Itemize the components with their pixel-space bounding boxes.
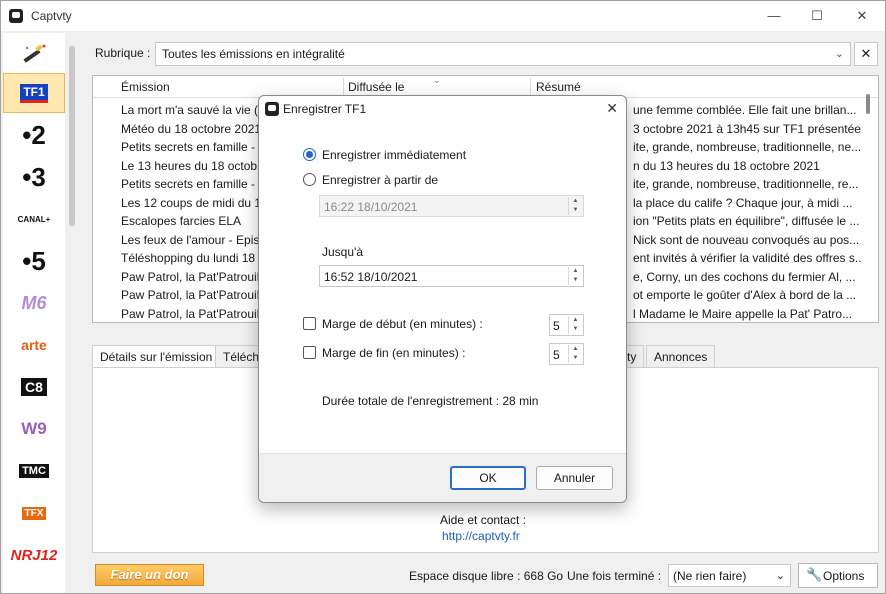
total-duration-label: Durée totale de l'enregistrement : 28 mi…: [322, 394, 539, 408]
end-datetime-spinner[interactable]: ▲ ▼: [568, 267, 582, 285]
app-tv-icon: [9, 9, 23, 23]
chevron-down-icon: ⌄: [775, 570, 785, 582]
channel-w9[interactable]: W9: [3, 409, 65, 449]
channel-tf1[interactable]: TF1: [3, 73, 65, 113]
after-finish-value: (Ne rien faire): [673, 569, 747, 583]
options-label: Options: [823, 569, 865, 583]
channel-nrj12[interactable]: NRJ12: [3, 535, 65, 575]
margin-end-value: 5: [553, 348, 560, 362]
channel-m6[interactable]: M6: [3, 283, 65, 323]
dialog-footer: OK Annuler: [259, 453, 626, 502]
channel-france2[interactable]: •2: [3, 115, 65, 155]
minimize-button[interactable]: —: [759, 6, 789, 26]
cell-resume: une femme comblée. Elle fait une brillan…: [633, 103, 857, 117]
app-tv-icon: [265, 102, 279, 116]
cell-resume: ot emporte le goûter d'Alex à bord de la…: [633, 288, 857, 302]
rubrique-label: Rubrique :: [95, 46, 151, 60]
maximize-button[interactable]: ☐: [802, 6, 832, 26]
after-finish-label: Une fois terminé :: [567, 569, 662, 583]
cell-resume: la place du calife ? Chaque jour, à midi…: [633, 195, 853, 210]
column-separator: [530, 78, 531, 96]
channel-tfx[interactable]: TFX: [3, 493, 65, 533]
channel-canalplus[interactable]: CANAL+: [3, 199, 65, 239]
margin-end-input[interactable]: 5 ▲ ▼: [549, 343, 584, 365]
title-bar: Captvty — ☐ ✕: [1, 1, 885, 31]
clear-rubrique-button[interactable]: ✕: [854, 42, 878, 66]
magic-wand-icon[interactable]: [3, 35, 65, 75]
help-label: Aide et contact :: [440, 513, 527, 527]
options-button[interactable]: 🔧 Options: [798, 563, 878, 588]
app-title: Captvty: [31, 9, 72, 23]
after-finish-dropdown[interactable]: (Ne rien faire) ⌄: [668, 564, 791, 587]
margin-start-value: 5: [553, 319, 560, 333]
sort-down-icon: ⌄: [433, 75, 441, 85]
start-datetime-spinner[interactable]: ▲ ▼: [568, 197, 582, 215]
channel-sidebar: TF1 •2 •3 CANAL+ •5 M6 arte C8 W9 TMC TF: [3, 33, 65, 593]
cell-resume: ite, grande, nombreuse, traditionnelle, …: [633, 140, 861, 154]
ok-button[interactable]: OK: [450, 466, 526, 490]
disk-space-label: Espace disque libre : 668 Go: [409, 569, 564, 583]
channel-c8[interactable]: C8: [3, 367, 65, 407]
close-window-button[interactable]: ✕: [847, 6, 877, 26]
rubrique-value: Toutes les émissions en intégralité: [162, 47, 345, 61]
record-dialog: Enregistrer TF1 ✕ Enregistrer immédiatem…: [258, 95, 627, 503]
start-datetime-value: 16:22 18/10/2021: [324, 200, 418, 214]
cell-resume: ion "Petits plats en équilibre", diffusé…: [633, 214, 860, 228]
wrench-icon: 🔧: [806, 567, 823, 582]
column-diffusee[interactable]: Diffusée le: [348, 80, 404, 94]
end-datetime-field[interactable]: 16:52 18/10/2021 ▲ ▼: [319, 265, 584, 287]
column-resume[interactable]: Résumé: [536, 80, 581, 94]
channel-arte[interactable]: arte: [3, 325, 65, 365]
margin-end-checkbox[interactable]: [303, 346, 316, 359]
radio-record-from[interactable]: [303, 173, 316, 186]
chevron-down-icon: ⌄: [834, 48, 844, 60]
column-separator: [343, 78, 344, 96]
channel-tmc[interactable]: TMC: [3, 451, 65, 491]
record-from-label: Enregistrer à partir de: [322, 173, 439, 187]
rubrique-dropdown[interactable]: Toutes les émissions en intégralité ⌄: [155, 42, 851, 66]
until-label: Jusqu'à: [322, 245, 363, 259]
help-link[interactable]: http://captvty.fr: [442, 529, 520, 543]
sidebar-scrollbar[interactable]: [69, 46, 75, 226]
cancel-button[interactable]: Annuler: [536, 466, 613, 490]
margin-start-spinner[interactable]: ▲ ▼: [568, 316, 582, 334]
cell-resume: ent invités à vérifier la validité des o…: [633, 251, 861, 265]
margin-start-checkbox[interactable]: [303, 317, 316, 330]
start-datetime-field[interactable]: 16:22 18/10/2021 ▲ ▼: [319, 195, 584, 217]
dialog-title: Enregistrer TF1: [283, 102, 367, 116]
cell-resume: 3 octobre 2021 à 13h45 sur TF1 présentée…: [633, 121, 861, 136]
cell-resume: ite, grande, nombreuse, traditionnelle, …: [633, 177, 859, 191]
tab-annonces[interactable]: Annonces: [646, 345, 716, 367]
tab-details[interactable]: Détails sur l'émission: [92, 345, 221, 367]
margin-start-input[interactable]: 5 ▲ ▼: [549, 314, 584, 336]
cell-resume: l Madame le Maire appelle la Pat' Patro.…: [633, 306, 853, 321]
radio-record-now[interactable]: [303, 148, 316, 161]
margin-start-label: Marge de début (en minutes) :: [322, 317, 483, 331]
record-now-label: Enregistrer immédiatement: [322, 148, 467, 162]
table-scrollbar[interactable]: [866, 94, 870, 114]
cell-resume: n du 13 heures du 18 octobre 2021: [633, 158, 820, 173]
channel-france5[interactable]: •5: [3, 241, 65, 281]
column-emission[interactable]: Émission: [121, 80, 170, 94]
cell-resume: Nick sont de nouveau convoqués au pos...: [633, 232, 860, 247]
donate-button[interactable]: Faire un don: [95, 564, 204, 586]
margin-end-label: Marge de fin (en minutes) :: [322, 346, 466, 360]
margin-end-spinner[interactable]: ▲ ▼: [568, 345, 582, 363]
channel-france3[interactable]: •3: [3, 157, 65, 197]
cell-resume: e, Corny, un des cochons du fermier Al, …: [633, 269, 856, 284]
dialog-close-button[interactable]: ✕: [606, 100, 618, 117]
end-datetime-value: 16:52 18/10/2021: [324, 270, 418, 284]
